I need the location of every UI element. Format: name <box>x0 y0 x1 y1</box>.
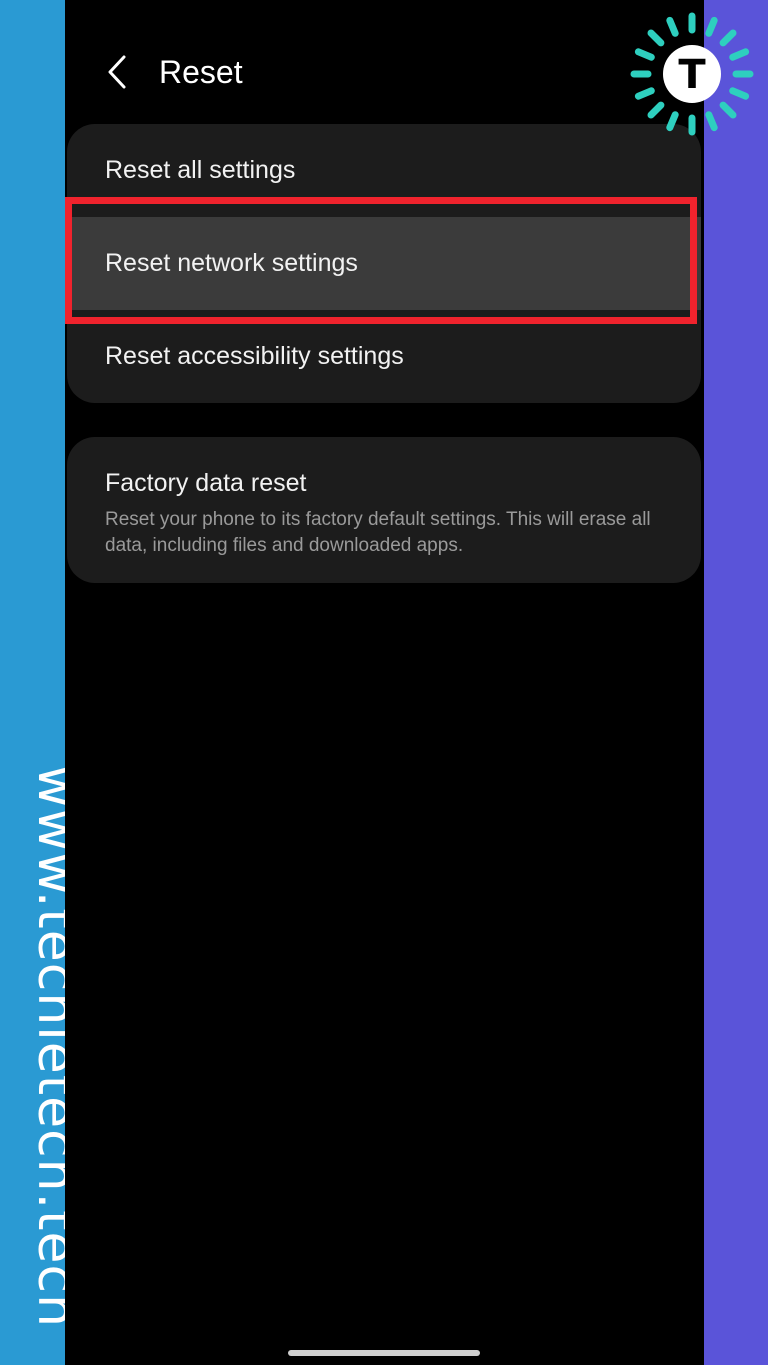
factory-data-reset-description: Reset your phone to its factory default … <box>105 509 651 556</box>
home-indicator[interactable] <box>288 1350 480 1356</box>
back-button[interactable] <box>95 48 139 96</box>
logo-ring-tick <box>666 16 679 37</box>
reset-all-settings-label: Reset all settings <box>105 156 296 184</box>
logo-letter: T <box>678 52 706 98</box>
logo-ring-tick <box>634 87 655 100</box>
logo-ring-tick <box>634 48 655 61</box>
logo-ring-tick <box>719 101 737 119</box>
highlight-box <box>65 197 697 324</box>
logo-ring-tick <box>729 48 750 61</box>
brand-logo-icon: T <box>630 12 754 136</box>
chevron-left-icon <box>108 55 126 89</box>
right-brand-strip <box>704 0 768 1365</box>
factory-data-reset-title: Factory data reset <box>105 469 307 497</box>
logo-ring-tick <box>729 87 750 100</box>
logo-ring-tick <box>647 101 665 119</box>
reset-accessibility-settings-label: Reset accessibility settings <box>105 342 404 370</box>
factory-data-reset-item[interactable]: Factory data reset Reset your phone to i… <box>67 437 701 583</box>
logo-ring-tick <box>647 29 665 47</box>
phone-screen: Reset Reset all settings Reset network s… <box>65 0 704 1365</box>
logo-ring-tick <box>705 16 718 37</box>
logo-ring-tick <box>719 29 737 47</box>
page-title: Reset <box>159 54 243 90</box>
logo-ring-tick <box>705 111 718 132</box>
app-header: Reset <box>65 40 704 104</box>
logo-ring-tick <box>666 111 679 132</box>
